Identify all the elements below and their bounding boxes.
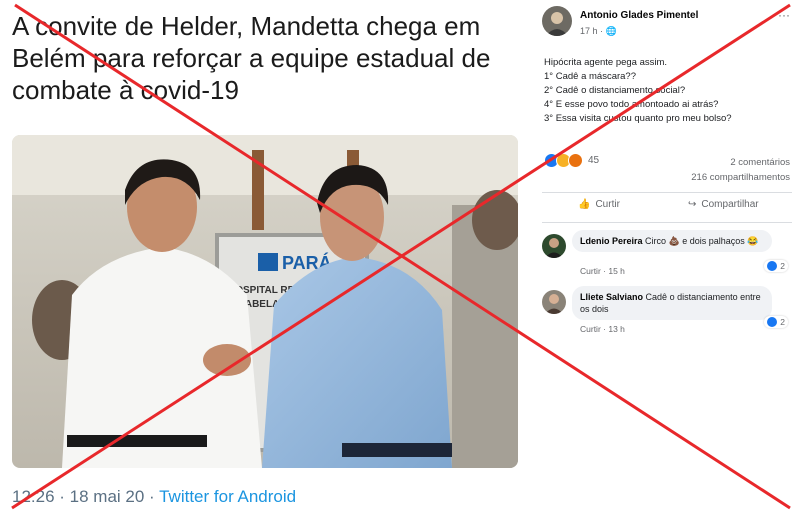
- share-label: Compartilhar: [701, 199, 759, 210]
- tweet-meta: 12:26 · 18 mai 20 · Twitter for Android: [12, 487, 296, 507]
- post-counts: 2 comentários 216 compartilhamentos: [691, 155, 790, 185]
- post-text: Hipócrita agente pega assim. 1° Cadê a m…: [544, 56, 794, 126]
- post-actions: 👍 Curtir ↪ Compartilhar: [542, 197, 792, 217]
- post-header: Antonio Glades Pimentel 17 h · 🌐 ···: [542, 6, 792, 42]
- comment-time: 15 h: [608, 266, 625, 276]
- tweet-card: A convite de Helder, Mandetta chega em B…: [0, 0, 532, 511]
- commenter-avatar[interactable]: [542, 290, 566, 314]
- comment-reactions[interactable]: 2: [764, 316, 788, 328]
- headline-line-1: A convite de Helder, Mandetta chega em: [12, 11, 481, 41]
- comment-reaction-count: 2: [780, 261, 785, 271]
- like-reaction-icon: [767, 317, 778, 327]
- post-line: 4° E esse povo todo amontoado ai atrás?: [544, 99, 719, 110]
- comment-item: Ldenio Pereira Circo 💩 e dois palhaços 😂…: [542, 230, 794, 280]
- tweet-source-link[interactable]: Twitter for Android: [159, 487, 296, 506]
- post-time: 17 h · 🌐: [580, 26, 617, 36]
- comment-footer: Curtir · 15 h: [580, 266, 625, 276]
- headline-line-3: combate à covid-19: [12, 75, 239, 105]
- comment-reaction-count: 2: [780, 317, 785, 327]
- tweet-headline: A convite de Helder, Mandetta chega em B…: [12, 10, 522, 106]
- angry-reaction-icon: [568, 152, 583, 168]
- comment-item: Lliete Salviano Cadê o distanciamento en…: [542, 286, 794, 342]
- post-time-text: 17 h: [580, 26, 598, 36]
- comment-text: Circo 💩 e dois palhaços 😂: [645, 236, 759, 246]
- comment-like-link[interactable]: Curtir: [580, 324, 601, 334]
- share-arrow-icon: ↪: [688, 199, 697, 210]
- like-label: Curtir: [595, 199, 620, 210]
- post-line: 3° Essa visita custou quanto pro meu bol…: [544, 113, 732, 124]
- more-options-icon[interactable]: ···: [778, 8, 790, 22]
- shares-count[interactable]: 216 compartilhamentos: [691, 170, 790, 185]
- comments-count[interactable]: 2 comentários: [691, 155, 790, 170]
- comment-bubble: Lliete Salviano Cadê o distanciamento en…: [572, 286, 772, 320]
- post-line: Hipócrita agente pega assim.: [544, 57, 668, 68]
- post-line: 1° Cadê a máscara??: [544, 71, 636, 82]
- tweet-photo[interactable]: PARÁ HOSPITAL REG DR ABELARDO: [12, 135, 518, 468]
- facebook-post: Antonio Glades Pimentel 17 h · 🌐 ··· Hip…: [532, 0, 800, 511]
- thumbs-up-icon: 👍: [578, 199, 591, 210]
- divider: [542, 222, 792, 223]
- post-line: 2° Cadê o distanciamento social?: [544, 85, 686, 96]
- share-button[interactable]: ↪ Compartilhar: [688, 199, 759, 210]
- comment-footer: Curtir · 13 h: [580, 324, 625, 334]
- commenter-avatar[interactable]: [542, 234, 566, 258]
- comment-author[interactable]: Lliete Salviano: [580, 292, 643, 302]
- like-reaction-icon: [767, 261, 778, 271]
- comment-author[interactable]: Ldenio Pereira: [580, 236, 643, 246]
- headline-line-2: Belém para reforçar a equipe estadual de: [12, 43, 491, 73]
- reaction-count: 45: [588, 154, 600, 166]
- author-name[interactable]: Antonio Glades Pimentel: [580, 10, 698, 21]
- divider: [542, 192, 792, 193]
- comment-like-link[interactable]: Curtir: [580, 266, 601, 276]
- like-button[interactable]: 👍 Curtir: [578, 199, 620, 210]
- comment-reactions[interactable]: 2: [764, 260, 788, 272]
- globe-icon: 🌐: [605, 26, 617, 36]
- tweet-timestamp: 12:26 · 18 mai 20 ·: [12, 487, 160, 506]
- author-avatar[interactable]: [542, 6, 572, 36]
- reactions-summary[interactable]: 45: [544, 152, 599, 168]
- comment-time: 13 h: [608, 324, 625, 334]
- comment-bubble: Ldenio Pereira Circo 💩 e dois palhaços 😂: [572, 230, 772, 252]
